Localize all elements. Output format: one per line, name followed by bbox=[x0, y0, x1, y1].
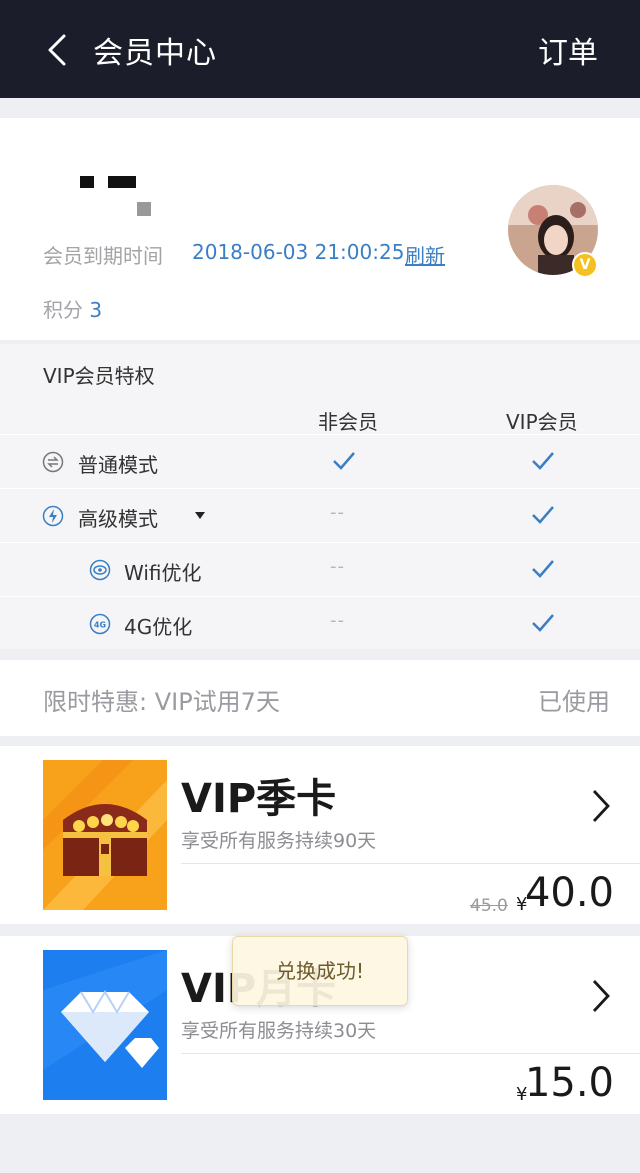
vip-badge-icon: V bbox=[572, 252, 598, 278]
not-available: -- bbox=[330, 502, 345, 523]
points-value: 3 bbox=[89, 298, 103, 322]
chevron-right-icon bbox=[592, 790, 610, 822]
divider bbox=[181, 1053, 640, 1054]
privilege-label: 普通模式 bbox=[78, 453, 158, 477]
privileges-title: VIP会员特权 bbox=[43, 364, 155, 388]
4g-icon: 4G bbox=[89, 613, 111, 635]
offer-label: 限时特惠: VIP试用7天 bbox=[43, 688, 280, 716]
plan-card-quarterly[interactable]: VIP季卡 享受所有服务持续90天 45.0 ¥ 40.0 bbox=[0, 746, 640, 924]
original-price: 45.0 bbox=[470, 896, 508, 916]
dropdown-caret-icon[interactable] bbox=[195, 512, 205, 520]
plan-description: 享受所有服务持续30天 bbox=[181, 1020, 377, 1042]
plan-name: VIP季卡 bbox=[181, 776, 337, 822]
privilege-row-advanced[interactable]: 高级模式 -- bbox=[0, 488, 640, 542]
expiry-label: 会员到期时间 bbox=[43, 244, 163, 268]
expiry-value: 2018-06-03 21:00:25 bbox=[192, 240, 405, 264]
privilege-label: 高级模式 bbox=[78, 507, 158, 531]
check-icon bbox=[532, 506, 554, 524]
check-icon bbox=[532, 452, 554, 470]
redacted-username bbox=[80, 176, 94, 188]
offer-status: 已使用 bbox=[538, 688, 610, 716]
privilege-row-4g: 4G 4G优化 -- bbox=[0, 596, 640, 650]
privilege-label: Wifi优化 bbox=[124, 561, 202, 585]
check-icon bbox=[532, 614, 554, 632]
refresh-link[interactable]: 刷新 bbox=[405, 240, 445, 269]
top-bar: 会员中心 订单 bbox=[0, 0, 640, 98]
treasure-chest-icon bbox=[43, 760, 167, 910]
not-available: -- bbox=[330, 610, 345, 631]
svg-text:4G: 4G bbox=[94, 621, 106, 630]
privilege-label: 4G优化 bbox=[124, 615, 193, 639]
redacted-username-part bbox=[137, 202, 151, 216]
redacted-username-part bbox=[108, 176, 136, 188]
diamond-icon bbox=[43, 950, 167, 1100]
plan-description: 享受所有服务持续90天 bbox=[181, 830, 377, 852]
points-label: 积分 3 bbox=[43, 298, 103, 322]
divider bbox=[181, 863, 640, 864]
not-available: -- bbox=[330, 556, 345, 577]
privilege-row-wifi: Wifi优化 -- bbox=[0, 542, 640, 596]
plan-price: 40.0 bbox=[524, 870, 614, 916]
profile-section: 会员到期时间 2018-06-03 21:00:25 刷新 积分 3 V bbox=[0, 118, 640, 340]
back-arrow-icon[interactable] bbox=[40, 30, 76, 70]
orders-button[interactable]: 订单 bbox=[538, 28, 598, 72]
check-icon bbox=[333, 452, 355, 470]
check-icon bbox=[532, 560, 554, 578]
column-vip-member: VIP会员 bbox=[506, 410, 578, 434]
toast-message: 兑换成功! bbox=[232, 936, 408, 1006]
page-title: 会员中心 bbox=[93, 36, 217, 71]
vip-privileges-section: VIP会员特权 非会员 VIP会员 普通模式 高级模式 -- Wifi优化 -- bbox=[0, 344, 640, 649]
lightning-icon bbox=[42, 505, 64, 527]
eye-icon bbox=[89, 559, 111, 581]
plan-price: 15.0 bbox=[524, 1060, 614, 1106]
privilege-row-normal: 普通模式 bbox=[0, 434, 640, 488]
chevron-right-icon bbox=[592, 980, 610, 1012]
swap-icon bbox=[42, 451, 64, 473]
column-non-member: 非会员 bbox=[318, 410, 378, 434]
limited-offer-row[interactable]: 限时特惠: VIP试用7天 已使用 bbox=[0, 660, 640, 736]
